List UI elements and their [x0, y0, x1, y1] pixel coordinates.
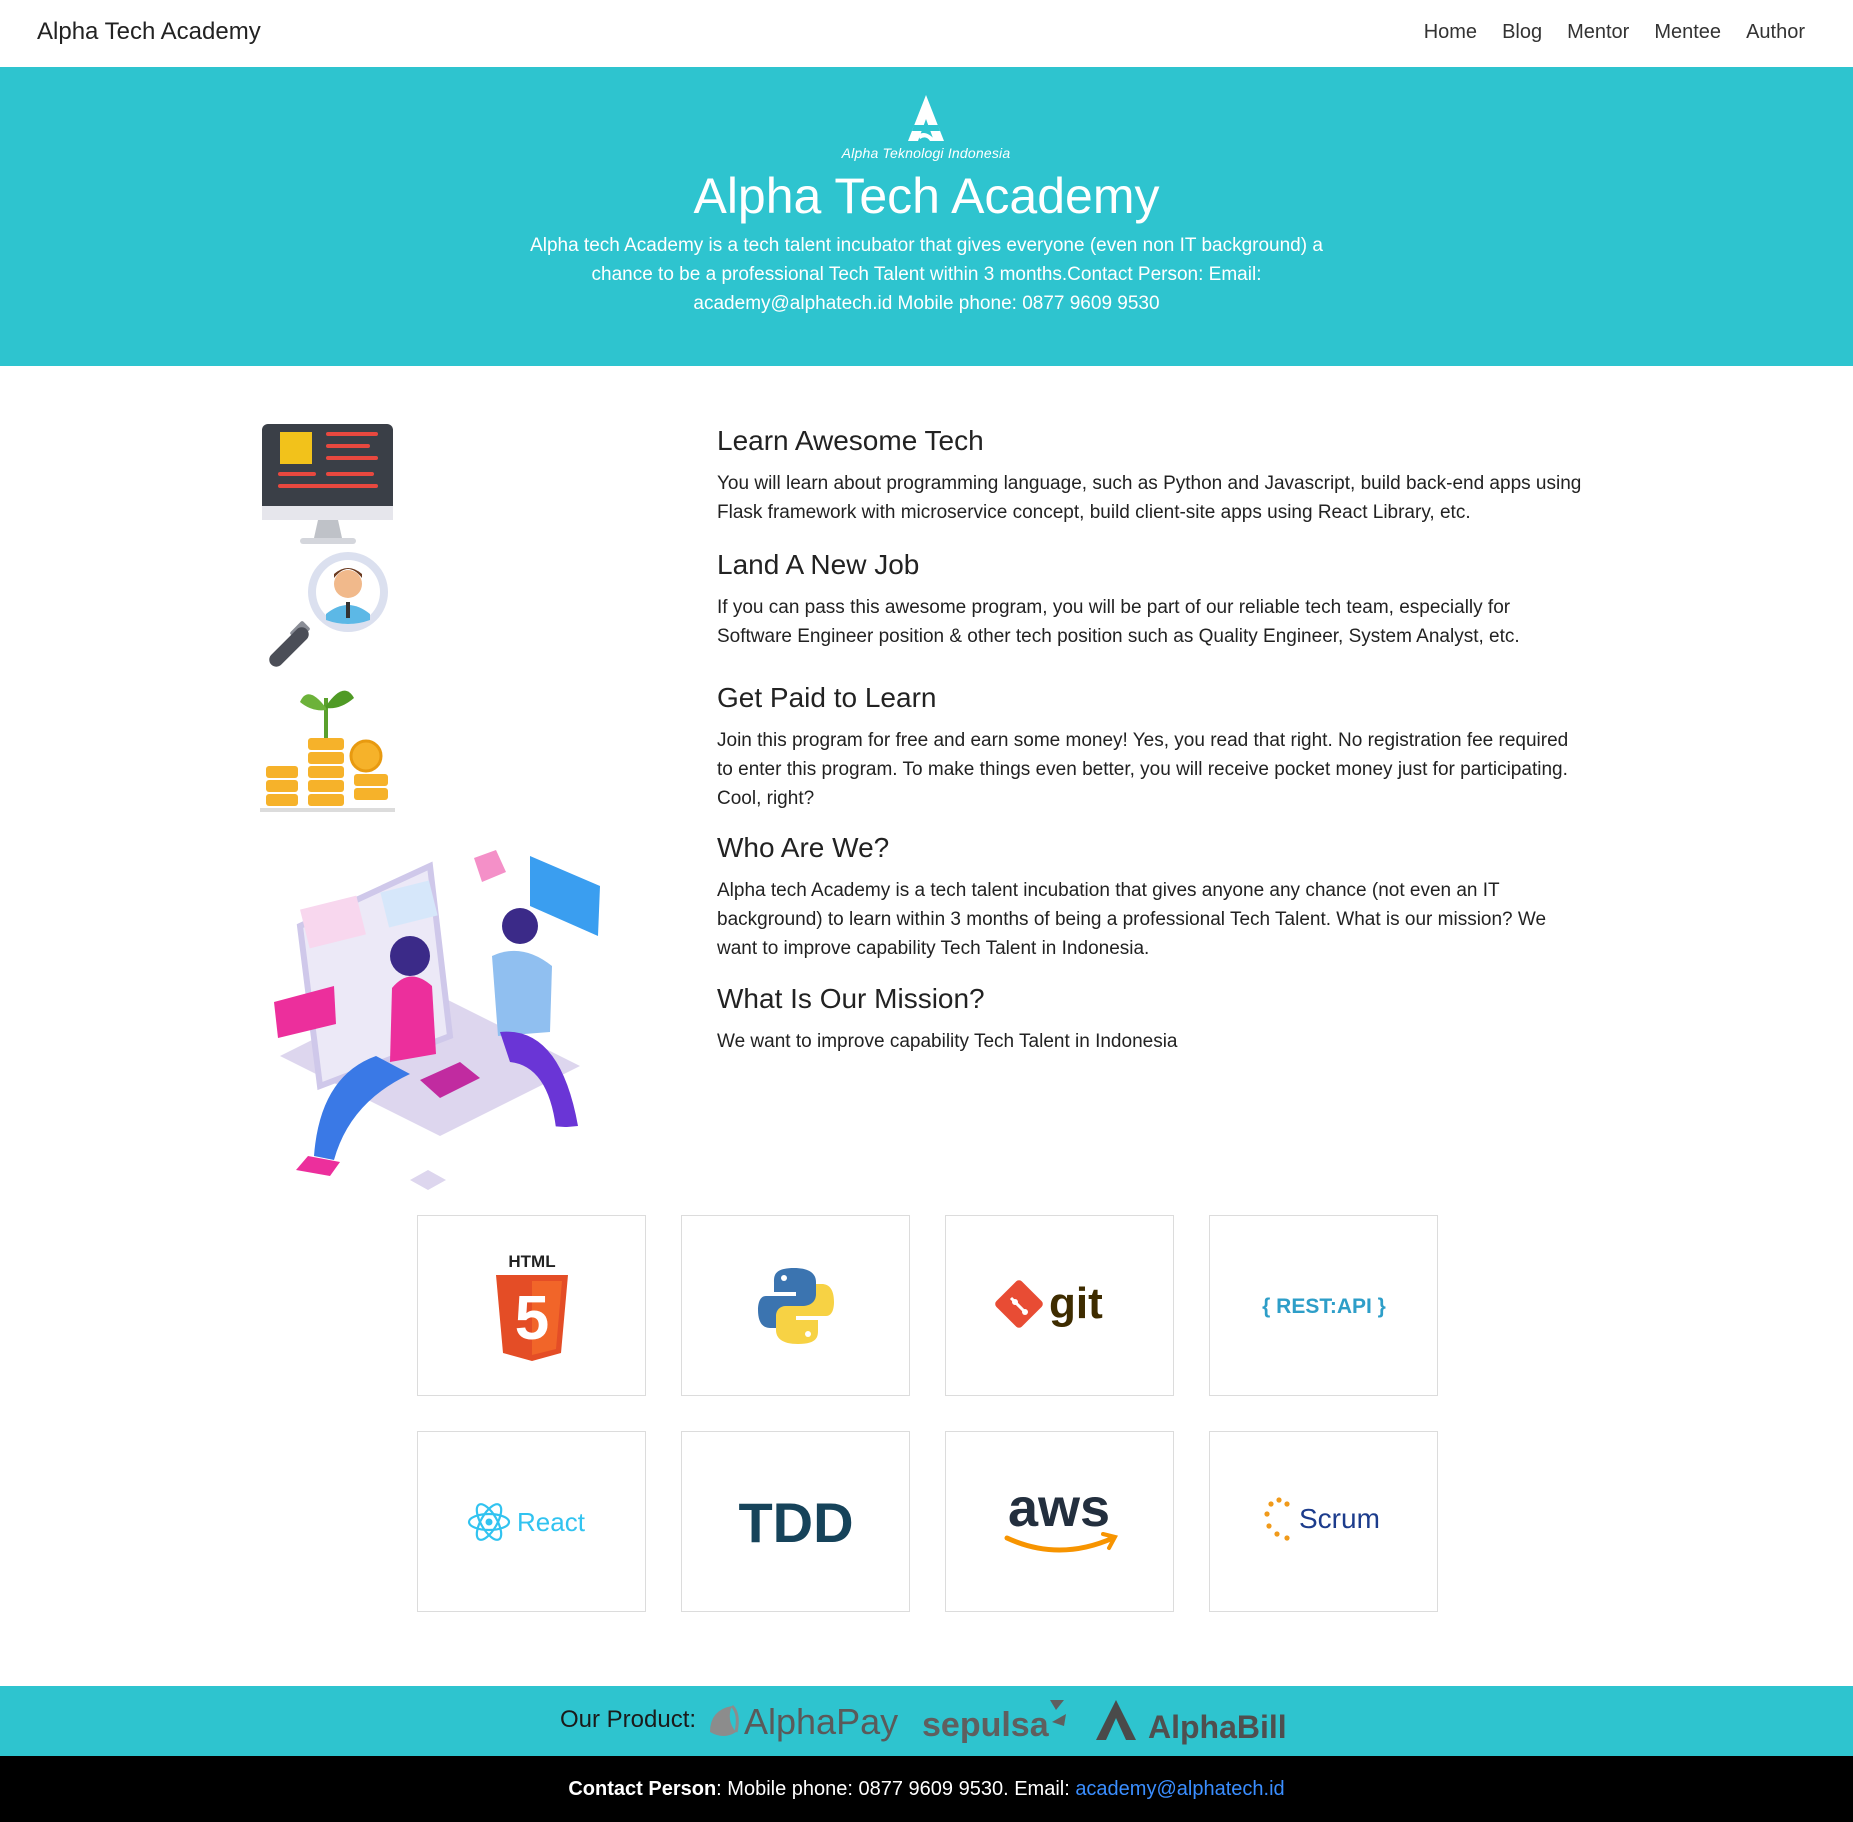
- python-icon: [757, 1267, 834, 1344]
- tech-card-rest-api: { REST:API }: [1209, 1215, 1438, 1396]
- hero-description: Alpha tech Academy is a tech talent incu…: [530, 235, 1323, 314]
- aws-icon: aws: [1004, 1482, 1118, 1552]
- svg-text:React: React: [517, 1507, 586, 1537]
- nav-home[interactable]: Home: [1424, 21, 1477, 44]
- svg-text:aws: aws: [1007, 1482, 1109, 1538]
- navbar: Alpha Tech Academy Home Blog Mentor Ment…: [0, 0, 1853, 67]
- svg-text:TDD: TDD: [738, 1492, 853, 1552]
- contact-text: : Mobile phone: 0877 9609 9530. Email:: [716, 1778, 1076, 1800]
- sepulsa-logo[interactable]: sepulsa: [920, 1696, 1080, 1746]
- svg-text:AlphaPay: AlphaPay: [744, 1701, 898, 1742]
- tech-card-html5: HTML 5: [417, 1215, 646, 1396]
- rest-api-icon: { REST:API }: [1262, 1295, 1386, 1318]
- feature-text: If you can pass this awesome program, yo…: [717, 597, 1520, 647]
- tech-card-aws: aws: [945, 1431, 1174, 1612]
- feature-title: Get Paid to Learn: [717, 682, 937, 713]
- html5-icon: HTML 5: [495, 1252, 568, 1361]
- nav-author[interactable]: Author: [1746, 21, 1805, 44]
- git-icon: git: [994, 1279, 1103, 1328]
- contact-email-link[interactable]: academy@alphatech.id: [1075, 1778, 1284, 1800]
- svg-text:git: git: [1049, 1279, 1103, 1328]
- feature-land-new-job: Land A New Job If you can pass this awes…: [717, 549, 1587, 651]
- feature-title: Land A New Job: [717, 549, 920, 580]
- svg-text:AlphaBill: AlphaBill: [1148, 1709, 1287, 1745]
- nav-mentor[interactable]: Mentor: [1567, 21, 1629, 44]
- monitor-code-icon: [262, 424, 393, 544]
- feature-title: Learn Awesome Tech: [717, 425, 984, 456]
- hero-banner: Alpha Teknologi Indonesia Alpha Tech Aca…: [0, 67, 1853, 366]
- contact-footer: Contact Person: Mobile phone: 0877 9609 …: [0, 1756, 1853, 1822]
- scrum-icon: Scrum: [1263, 1496, 1380, 1541]
- react-icon: React: [467, 1502, 586, 1541]
- job-search-icon: [269, 552, 388, 667]
- svg-text:sepulsa: sepulsa: [922, 1706, 1050, 1744]
- feature-text: Join this program for free and earn some…: [717, 730, 1569, 809]
- feature-title: Who Are We?: [717, 832, 890, 863]
- brand-link[interactable]: Alpha Tech Academy: [37, 18, 261, 46]
- tech-card-react: React: [417, 1431, 646, 1612]
- svg-text:HTML: HTML: [508, 1252, 555, 1271]
- nav-links: Home Blog Mentor Mentee Author: [1399, 21, 1805, 44]
- feature-title: What Is Our Mission?: [717, 983, 985, 1014]
- team-working-illustration: [274, 850, 600, 1190]
- feature-text: Alpha tech Academy is a tech talent incu…: [717, 880, 1547, 959]
- logo-subtitle: Alpha Teknologi Indonesia: [841, 145, 1011, 161]
- tech-card-tdd: TDD: [681, 1431, 910, 1612]
- feature-text: You will learn about programming languag…: [717, 473, 1582, 523]
- tdd-icon: TDD: [738, 1492, 853, 1552]
- hero-title: Alpha Tech Academy: [693, 168, 1160, 224]
- feature-get-paid: Get Paid to Learn Join this program for …: [717, 682, 1587, 813]
- feature-who-are-we: Who Are We? Alpha tech Academy is a tech…: [717, 832, 1587, 963]
- tech-card-git: git: [945, 1215, 1174, 1396]
- feature-our-mission: What Is Our Mission? We want to improve …: [717, 983, 1587, 1056]
- svg-text:Scrum: Scrum: [1299, 1503, 1380, 1534]
- alphabill-logo[interactable]: AlphaBill: [1092, 1696, 1292, 1746]
- product-bar: Our Product: AlphaPay sepulsa AlphaBill: [0, 1686, 1853, 1756]
- contact-label: Contact Person: [568, 1778, 717, 1800]
- tech-card-scrum: Scrum: [1209, 1431, 1438, 1612]
- feature-text: We want to improve capability Tech Talen…: [717, 1031, 1178, 1052]
- nav-mentee[interactable]: Mentee: [1654, 21, 1721, 44]
- svg-text:{ REST:API }: { REST:API }: [1262, 1295, 1386, 1318]
- nav-blog[interactable]: Blog: [1502, 21, 1542, 44]
- alphapay-logo[interactable]: AlphaPay: [706, 1696, 906, 1746]
- money-growth-icon: [260, 690, 395, 812]
- feature-learn-awesome-tech: Learn Awesome Tech You will learn about …: [717, 425, 1587, 527]
- tech-card-python: [681, 1215, 910, 1396]
- product-label: Our Product:: [560, 1706, 697, 1733]
- svg-text:5: 5: [514, 1284, 548, 1353]
